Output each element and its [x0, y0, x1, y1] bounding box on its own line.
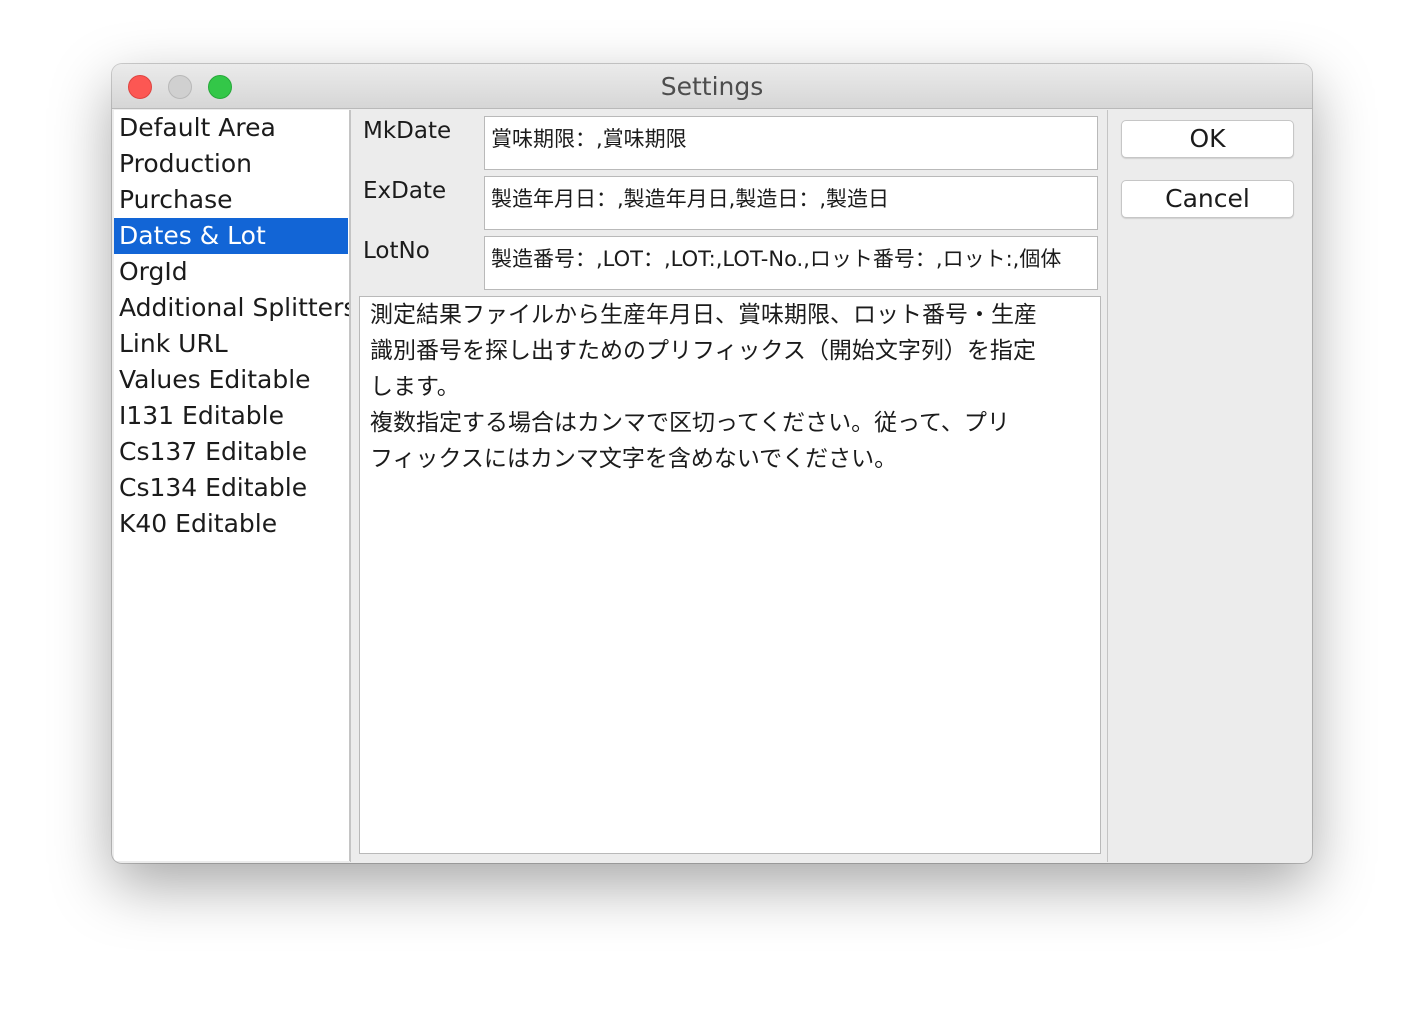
description-text-area[interactable]: 測定結果ファイルから生産年月日、賞味期限、ロット番号・生産 識別番号を探し出すた…	[359, 296, 1101, 854]
exdate-field[interactable]: 製造年月日：,製造年月日,製造日：,製造日	[484, 176, 1098, 230]
mkdate-field[interactable]: 賞味期限：,賞味期限	[484, 116, 1098, 170]
zoom-window-button[interactable]	[208, 75, 232, 99]
sidebar-item-values-editable[interactable]: Values Editable	[114, 362, 349, 398]
sidebar-item-production[interactable]: Production	[114, 146, 349, 182]
sidebar-item-cs137-editable[interactable]: Cs137 Editable	[114, 434, 349, 470]
sidebar-item-dates-and-lot[interactable]: Dates & Lot	[114, 218, 348, 254]
sidebar-item-i131-editable[interactable]: I131 Editable	[114, 398, 349, 434]
sidebar-item-orgid[interactable]: OrgId	[114, 254, 349, 290]
mkdate-label: MkDate	[363, 118, 452, 144]
sidebar-item-link-url[interactable]: Link URL	[114, 326, 349, 362]
settings-category-list: Default Area Production Purchase Dates &…	[114, 110, 350, 861]
exdate-label: ExDate	[363, 178, 447, 204]
minimize-window-button[interactable]	[168, 75, 192, 99]
ok-button[interactable]: OK	[1121, 120, 1294, 158]
sidebar-item-default-area[interactable]: Default Area	[114, 110, 349, 146]
sidebar-item-additional-splitters[interactable]: Additional Splitters	[114, 290, 349, 326]
sidebar-item-cs134-editable[interactable]: Cs134 Editable	[114, 470, 349, 506]
close-window-button[interactable]	[128, 75, 152, 99]
lotno-label: LotNo	[363, 238, 430, 264]
sidebar-item-purchase[interactable]: Purchase	[114, 182, 349, 218]
settings-window: Settings Default Area Production Purchas…	[112, 64, 1312, 863]
sidebar-item-k40-editable[interactable]: K40 Editable	[114, 506, 349, 542]
cancel-button[interactable]: Cancel	[1121, 180, 1294, 218]
lotno-field[interactable]: 製造番号：,LOT：,LOT:,LOT-No.,ロット番号：,ロット:,個体	[484, 236, 1098, 290]
title-bar[interactable]: Settings	[112, 64, 1312, 109]
window-title: Settings	[660, 72, 764, 101]
settings-detail-panel: MkDate 賞味期限：,賞味期限 ExDate 製造年月日：,製造年月日,製造…	[350, 110, 1108, 862]
